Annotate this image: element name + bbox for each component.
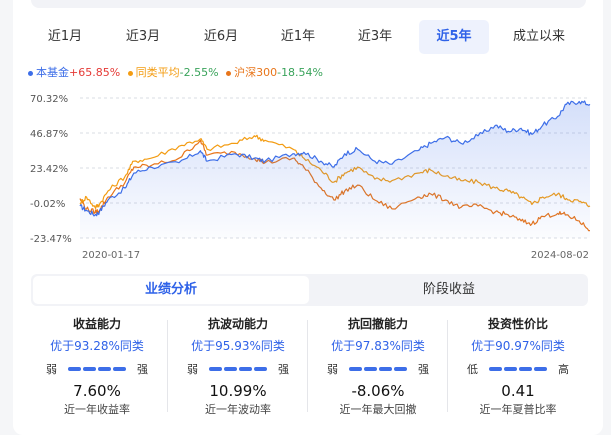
scale-low-label: 弱 bbox=[187, 363, 198, 376]
scale-high-label: 强 bbox=[137, 363, 148, 376]
legend-dot-icon bbox=[226, 70, 232, 76]
tab-period-returns[interactable]: 阶段收益 bbox=[311, 276, 587, 304]
metric-divider bbox=[307, 320, 308, 412]
tab-3-months[interactable]: 近3月 bbox=[109, 20, 177, 54]
legend-dot-icon bbox=[28, 70, 33, 76]
metric-divider bbox=[447, 320, 448, 412]
legend-value: -2.55% bbox=[179, 66, 219, 79]
metric-rank: 优于97.83%同类 bbox=[331, 339, 425, 353]
scale-low-label: 低 bbox=[467, 363, 478, 376]
return-line-chart: 70.32% 46.87% 23.42% -0.02% -23.47% 2020… bbox=[30, 94, 591, 261]
legend-item-fund[interactable]: 本基金+65.85% bbox=[28, 64, 120, 80]
chart-legend: 本基金+65.85% 同类平均-2.55% 沪深300-18.54% bbox=[28, 64, 327, 80]
legend-item-csi300[interactable]: 沪深300-18.54% bbox=[226, 64, 323, 80]
metric-title: 收益能力 bbox=[72, 317, 121, 331]
metric-rank: 优于95.93%同类 bbox=[191, 339, 285, 353]
legend-dot-icon bbox=[127, 70, 133, 76]
strength-bar-icon bbox=[349, 367, 407, 371]
legend-item-peer-average[interactable]: 同类平均-2.55% bbox=[127, 64, 219, 80]
tab-1-month[interactable]: 近1月 bbox=[31, 20, 99, 54]
analysis-switcher: 业绩分析 阶段收益 bbox=[31, 274, 588, 306]
top-divider-strip bbox=[31, 0, 586, 8]
metric-divider bbox=[167, 320, 168, 412]
metric-value: 7.60% bbox=[73, 382, 121, 400]
legend-name: 本基金 bbox=[36, 66, 69, 79]
metric-strength-scale: 低 高 bbox=[449, 361, 587, 379]
scale-low-label: 弱 bbox=[46, 363, 57, 376]
metric-description: 近一年最大回撤 bbox=[339, 403, 417, 416]
metric-description: 近一年收益率 bbox=[64, 403, 130, 416]
y-tick-label: -23.47% bbox=[30, 234, 72, 245]
metric-title: 抗回撤能力 bbox=[347, 317, 408, 331]
legend-value: +65.85% bbox=[69, 66, 121, 79]
metric-volatility-resistance: 抗波动能力 优于95.93%同类 弱 强 10.99% 近一年波动率 bbox=[169, 314, 307, 424]
legend-name: 同类平均 bbox=[135, 66, 180, 79]
metric-return-ability: 收益能力 优于93.28%同类 弱 强 7.60% 近一年收益率 bbox=[28, 314, 166, 424]
scale-high-label: 强 bbox=[278, 363, 289, 376]
metric-drawdown-resistance: 抗回撤能力 优于97.83%同类 弱 强 -8.06% 近一年最大回撤 bbox=[309, 314, 447, 424]
x-start-label: 2020-01-17 bbox=[82, 250, 140, 261]
metric-strength-scale: 弱 强 bbox=[169, 361, 307, 379]
y-tick-label: -0.02% bbox=[30, 199, 65, 210]
metric-description: 近一年波动率 bbox=[205, 403, 271, 416]
metric-value: 0.41 bbox=[501, 382, 535, 400]
tab-5-years[interactable]: 近5年 bbox=[419, 20, 489, 54]
y-tick-label: 46.87% bbox=[30, 129, 68, 140]
legend-value: -18.54% bbox=[277, 66, 324, 79]
series-area-fund bbox=[80, 101, 590, 238]
tab-performance-analysis[interactable]: 业绩分析 bbox=[33, 276, 309, 304]
metric-cost-performance: 投资性价比 优于90.97%同类 低 高 0.41 近一年夏普比率 bbox=[449, 314, 587, 424]
chart-series bbox=[79, 100, 591, 238]
strength-bar-icon bbox=[489, 367, 547, 371]
tab-6-months[interactable]: 近6月 bbox=[187, 20, 255, 54]
scale-high-label: 强 bbox=[418, 363, 429, 376]
y-tick-label: 70.32% bbox=[30, 94, 68, 105]
metric-rank: 优于90.97%同类 bbox=[471, 339, 565, 353]
metric-value: -8.06% bbox=[351, 382, 405, 400]
metric-value: 10.99% bbox=[209, 382, 267, 400]
strength-bar-icon bbox=[209, 367, 267, 371]
y-axis-ticks: 70.32% 46.87% 23.42% -0.02% -23.47% bbox=[30, 94, 72, 245]
legend-name: 沪深300 bbox=[234, 66, 278, 79]
metric-description: 近一年夏普比率 bbox=[479, 403, 557, 416]
metric-rank: 优于93.28%同类 bbox=[50, 339, 144, 353]
tab-since-inception[interactable]: 成立以来 bbox=[497, 20, 581, 54]
strength-bar-icon bbox=[68, 367, 126, 371]
scale-high-label: 高 bbox=[558, 363, 569, 376]
metric-title: 投资性价比 bbox=[487, 317, 548, 331]
y-tick-label: 23.42% bbox=[30, 164, 68, 175]
tab-3-years[interactable]: 近3年 bbox=[341, 20, 409, 54]
x-end-label: 2024-08-02 bbox=[531, 250, 589, 261]
metric-title: 抗波动能力 bbox=[207, 317, 268, 331]
tab-1-year[interactable]: 近1年 bbox=[264, 20, 332, 54]
scale-low-label: 弱 bbox=[327, 363, 338, 376]
metric-strength-scale: 弱 强 bbox=[309, 361, 447, 379]
metric-strength-scale: 弱 强 bbox=[28, 361, 166, 379]
period-tabs: 近1月 近3月 近6月 近1年 近3年 近5年 成立以来 bbox=[31, 20, 589, 54]
